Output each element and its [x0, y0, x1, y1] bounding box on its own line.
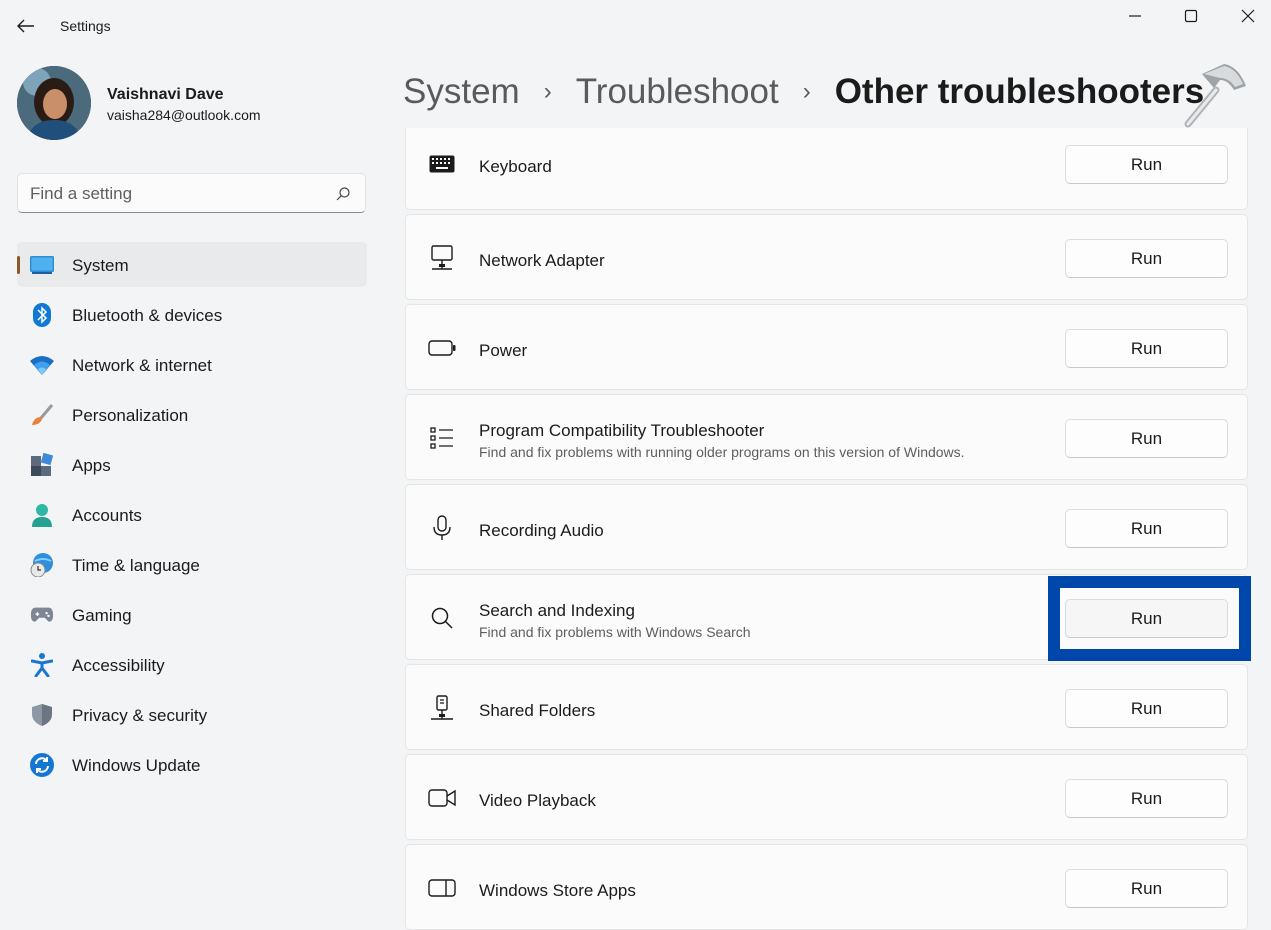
sidebar-nav: System Bluetooth & devices Network & int…	[17, 242, 367, 792]
active-indicator	[17, 256, 20, 274]
maximize-button[interactable]	[1179, 4, 1203, 28]
breadcrumb-system[interactable]: System	[403, 72, 520, 112]
sidebar-item-privacy[interactable]: Privacy & security	[17, 692, 367, 737]
avatar[interactable]	[17, 66, 91, 140]
run-button-network-adapter[interactable]: Run	[1065, 239, 1228, 278]
troubleshooter-title: Keyboard	[479, 157, 552, 176]
title-bar: Settings	[0, 0, 1271, 54]
sidebar-item-personalization[interactable]: Personalization	[17, 392, 367, 437]
sidebar-item-label: Gaming	[72, 606, 132, 625]
sidebar-item-label: Network & internet	[72, 356, 212, 375]
sidebar-item-apps[interactable]: Apps	[17, 442, 367, 487]
sidebar-item-label: Accessibility	[72, 656, 165, 675]
troubleshooter-title: Program Compatibility Troubleshooter	[479, 421, 765, 440]
troubleshooter-row-recording-audio: Recording Audio Run	[405, 484, 1248, 570]
search-icon[interactable]	[335, 186, 351, 202]
update-icon	[30, 753, 54, 777]
gamepad-icon	[30, 603, 54, 627]
sidebar-item-label: Personalization	[72, 406, 189, 425]
sidebar-item-bluetooth[interactable]: Bluetooth & devices	[17, 292, 367, 337]
troubleshooter-description: Find and fix problems with running older…	[479, 444, 965, 460]
sidebar-item-label: Bluetooth & devices	[72, 306, 223, 325]
run-button-keyboard[interactable]: Run	[1065, 145, 1228, 184]
run-button-power[interactable]: Run	[1065, 329, 1228, 368]
breadcrumb-separator: ›	[802, 78, 811, 105]
bluetooth-icon	[30, 303, 54, 327]
minimize-icon	[1129, 15, 1141, 17]
breadcrumb-separator: ›	[543, 78, 552, 105]
store-app-icon	[428, 875, 456, 901]
troubleshooter-title: Recording Audio	[479, 521, 604, 540]
troubleshooter-title: Shared Folders	[479, 701, 596, 720]
troubleshooter-title: Network Adapter	[479, 251, 605, 270]
troubleshooter-row-network-adapter: Network Adapter Run	[405, 214, 1248, 300]
run-button-program-compatibility[interactable]: Run	[1065, 419, 1228, 458]
highlight-frame	[1048, 576, 1251, 661]
breadcrumb: System › Troubleshoot › Other troublesho…	[403, 68, 1204, 116]
battery-icon	[428, 335, 456, 361]
network-adapter-icon	[428, 245, 456, 271]
troubleshooter-title: Windows Store Apps	[479, 881, 636, 900]
search-box[interactable]	[17, 173, 366, 213]
sidebar-item-label: Time & language	[72, 556, 200, 575]
shield-icon	[30, 703, 54, 727]
troubleshooter-description: Find and fix problems with Windows Searc…	[479, 624, 751, 640]
profile-photo-icon	[17, 66, 91, 140]
sidebar-item-label: Privacy & security	[72, 706, 208, 725]
maximize-icon	[1184, 9, 1198, 23]
accessibility-icon	[30, 653, 54, 677]
minimize-button[interactable]	[1123, 4, 1147, 28]
list-icon	[428, 425, 456, 451]
troubleshooter-row-windows-store-apps: Windows Store Apps Run	[405, 844, 1248, 930]
person-icon	[30, 503, 54, 527]
close-icon	[1241, 9, 1255, 23]
troubleshooter-title: Video Playback	[479, 791, 596, 810]
apps-icon	[30, 453, 54, 477]
run-button-video-playback[interactable]: Run	[1065, 779, 1228, 818]
sidebar-item-gaming[interactable]: Gaming	[17, 592, 367, 637]
troubleshooter-row-power: Power Run	[405, 304, 1248, 390]
troubleshooter-row-keyboard: Keyboard Run	[405, 128, 1248, 210]
search-icon	[428, 605, 456, 631]
run-button-recording-audio[interactable]: Run	[1065, 509, 1228, 548]
keyboard-icon	[428, 151, 456, 177]
globe-clock-icon	[30, 553, 54, 577]
troubleshooter-title: Power	[479, 341, 528, 360]
sidebar-item-label: System	[72, 256, 129, 275]
sidebar-item-accessibility[interactable]: Accessibility	[17, 642, 367, 687]
video-camera-icon	[428, 785, 456, 811]
sidebar-item-label: Windows Update	[72, 756, 201, 775]
troubleshooter-row-video-playback: Video Playback Run	[405, 754, 1248, 840]
troubleshooter-row-shared-folders: Shared Folders Run	[405, 664, 1248, 750]
search-input[interactable]	[30, 183, 330, 205]
hammer-logo-icon	[1184, 64, 1246, 128]
troubleshooter-row-program-compatibility: Program Compatibility Troubleshooter Fin…	[405, 394, 1248, 480]
sidebar-item-accounts[interactable]: Accounts	[17, 492, 367, 537]
run-button-shared-folders[interactable]: Run	[1065, 689, 1228, 728]
sidebar-item-system[interactable]: System	[17, 242, 367, 287]
sidebar-item-windows-update[interactable]: Windows Update	[17, 742, 367, 787]
app-title: Settings	[60, 18, 111, 34]
user-email: vaisha284@outlook.com	[107, 107, 261, 123]
troubleshooter-title: Search and Indexing	[479, 601, 635, 620]
wifi-icon	[30, 353, 54, 377]
page-title: Other troubleshooters	[834, 72, 1205, 111]
system-icon	[30, 253, 54, 277]
microphone-icon	[428, 515, 456, 541]
shared-folder-icon	[428, 695, 456, 721]
back-arrow-icon	[17, 19, 34, 33]
sidebar-item-network[interactable]: Network & internet	[17, 342, 367, 387]
sidebar-item-label: Apps	[72, 456, 111, 475]
brush-icon	[30, 403, 54, 427]
user-name: Vaishnavi Dave	[107, 86, 224, 103]
run-button-windows-store-apps[interactable]: Run	[1065, 869, 1228, 908]
sidebar-item-time-language[interactable]: Time & language	[17, 542, 367, 587]
close-button[interactable]	[1236, 4, 1260, 28]
back-button[interactable]	[12, 12, 40, 40]
breadcrumb-troubleshoot[interactable]: Troubleshoot	[576, 72, 779, 112]
troubleshooter-list: Keyboard Run Network Adapter Run Power R…	[405, 128, 1249, 930]
sidebar-item-label: Accounts	[72, 506, 142, 525]
